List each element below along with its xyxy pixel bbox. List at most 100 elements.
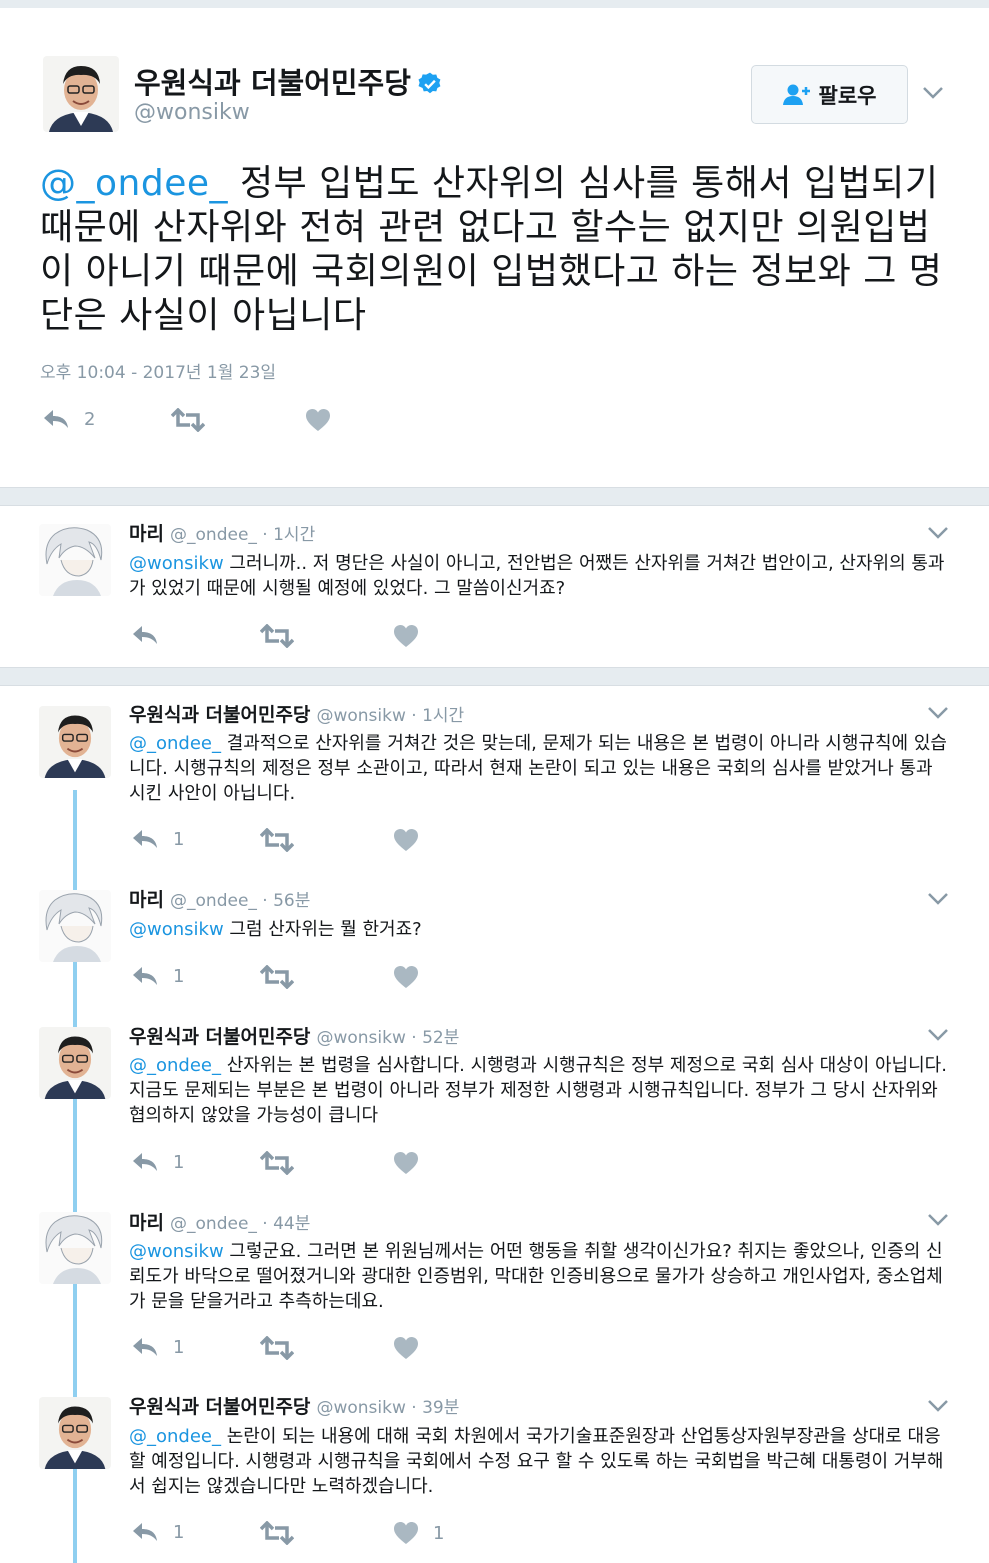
reply-count: 1	[173, 1151, 185, 1173]
like-button[interactable]	[393, 624, 419, 648]
reply-icon	[44, 410, 68, 428]
heart-icon	[394, 1337, 418, 1359]
chevron-down-icon[interactable]	[927, 706, 949, 720]
like-button[interactable]	[393, 965, 419, 989]
reply-button[interactable]: 1	[131, 1521, 184, 1543]
avatar[interactable]	[39, 890, 111, 962]
author-name[interactable]: 마리	[129, 889, 164, 911]
heart-icon	[394, 625, 418, 647]
add-user-icon	[782, 84, 810, 105]
tweet-meta[interactable]: @wonsikw · 52분	[316, 1028, 459, 1048]
tweet-text-body: 결과적으로 산자위를 거쳐간 것은 맞는데, 문제가 되는 내용은 본 법령이 …	[129, 733, 947, 804]
reply-button[interactable]	[131, 624, 159, 646]
like-button[interactable]: 1	[393, 1521, 444, 1545]
mention-link[interactable]: @_ondee_	[40, 163, 228, 204]
mention-link[interactable]: @wonsikw	[129, 553, 224, 574]
tweet-header: 우원식과 더불어민주당 @wonsikw · 39분	[129, 1392, 459, 1419]
tweet-text-body: 그러니까.. 저 명단은 사실이 아니고, 전안법은 어쨌든 산자위를 거쳐간 …	[129, 553, 945, 599]
avatar[interactable]	[39, 1397, 111, 1469]
author-name[interactable]: 마리	[129, 523, 164, 545]
author-name[interactable]: 마리	[129, 1212, 164, 1234]
retweet-icon	[260, 624, 294, 648]
tweet-meta[interactable]: @_ondee_ · 44분	[170, 1214, 310, 1234]
tweet-header: 마리 @_ondee_ · 1시간	[129, 519, 315, 546]
retweet-icon	[260, 828, 294, 852]
author-name[interactable]: 우원식과 더불어민주당	[129, 1396, 310, 1418]
chevron-down-icon[interactable]	[927, 526, 949, 540]
follow-button[interactable]: 팔로우	[751, 65, 908, 124]
tweet-meta[interactable]: @wonsikw · 39분	[316, 1398, 459, 1418]
retweet-button[interactable]	[260, 624, 294, 648]
tweet-text: @wonsikw 그러니까.. 저 명단은 사실이 아니고, 전안법은 어쨌든 …	[129, 551, 949, 601]
reply-icon	[133, 1153, 157, 1171]
heart-icon	[394, 829, 418, 851]
chevron-down-icon[interactable]	[927, 1028, 949, 1042]
reply-count: 1	[173, 828, 185, 850]
retweet-button[interactable]	[260, 1336, 294, 1360]
display-name[interactable]: 우원식과 더불어민주당	[134, 60, 443, 102]
retweet-button[interactable]	[171, 408, 205, 432]
mention-link[interactable]: @_ondee_	[129, 1426, 221, 1447]
retweet-icon	[171, 408, 205, 432]
like-button[interactable]	[305, 408, 331, 432]
tweet-meta[interactable]: @_ondee_ · 1시간	[170, 525, 315, 545]
reply-count: 2	[84, 408, 96, 430]
chevron-down-icon[interactable]	[927, 1213, 949, 1227]
reply-icon	[133, 830, 157, 848]
section-divider	[0, 667, 989, 686]
section-divider	[0, 487, 989, 506]
reply-count: 1	[173, 1336, 185, 1358]
retweet-button[interactable]	[260, 1151, 294, 1175]
heart-icon	[306, 409, 330, 431]
mention-link[interactable]: @_ondee_	[129, 1055, 221, 1076]
retweet-icon	[260, 1521, 294, 1545]
avatar[interactable]	[39, 1027, 111, 1099]
author-name[interactable]: 우원식과 더불어민주당	[129, 704, 310, 726]
reply-button[interactable]: 1	[131, 1336, 184, 1358]
avatar[interactable]	[39, 706, 111, 778]
display-name-text[interactable]: 우원식과 더불어민주당	[134, 66, 411, 100]
reply-button[interactable]: 1	[131, 965, 184, 987]
avatar[interactable]	[43, 56, 119, 132]
like-button[interactable]	[393, 1151, 419, 1175]
avatar[interactable]	[39, 524, 111, 596]
retweet-button[interactable]	[260, 1521, 294, 1545]
tweet-text-body: 산자위는 본 법령을 심사합니다. 시행령과 시행규칙은 정부 제정으로 국회 …	[129, 1055, 947, 1126]
reply-button[interactable]: 2	[42, 408, 95, 430]
retweet-icon	[260, 1336, 294, 1360]
tweet-text: @_ondee_ 정부 입법도 산자위의 심사를 통해서 입법되기 때문에 산자…	[40, 162, 950, 338]
retweet-icon	[260, 965, 294, 989]
tweet-header: 우원식과 더불어민주당 @wonsikw · 52분	[129, 1022, 459, 1049]
chevron-down-icon[interactable]	[927, 1399, 949, 1413]
timestamp[interactable]: 오후 10:04 - 2017년 1월 23일	[40, 358, 276, 383]
avatar[interactable]	[39, 1212, 111, 1284]
tweet-text: @wonsikw 그렇군요. 그러면 본 위원님께서는 어떤 행동을 취할 생각…	[129, 1239, 949, 1314]
verified-badge-icon	[418, 72, 441, 94]
reply-icon	[133, 626, 157, 644]
retweet-button[interactable]	[260, 828, 294, 852]
tweet-text-body: 그렇군요. 그러면 본 위원님께서는 어떤 행동을 취할 생각이신가요? 취지는…	[129, 1241, 943, 1312]
chevron-down-icon[interactable]	[927, 892, 949, 906]
tweet-text: @_ondee_ 산자위는 본 법령을 심사합니다. 시행령과 시행규칙은 정부…	[129, 1053, 949, 1128]
tweet-text: @_ondee_ 결과적으로 산자위를 거쳐간 것은 맞는데, 문제가 되는 내…	[129, 731, 949, 806]
heart-icon	[394, 1522, 418, 1544]
reply-button[interactable]: 1	[131, 1151, 184, 1173]
chevron-down-icon[interactable]	[922, 86, 944, 100]
tweet-meta[interactable]: @wonsikw · 1시간	[316, 706, 464, 726]
like-button[interactable]	[393, 828, 419, 852]
mention-link[interactable]: @wonsikw	[129, 1241, 224, 1262]
like-button[interactable]	[393, 1336, 419, 1360]
reply-icon	[133, 1338, 157, 1356]
reply-count: 1	[173, 965, 185, 987]
reply-count: 1	[173, 1521, 185, 1543]
reply-icon	[133, 1523, 157, 1541]
reply-button[interactable]: 1	[131, 828, 184, 850]
retweet-button[interactable]	[260, 965, 294, 989]
tweet-meta[interactable]: @_ondee_ · 56분	[170, 891, 310, 911]
handle[interactable]: @wonsikw	[134, 100, 250, 125]
tweet-header: 우원식과 더불어민주당 @wonsikw · 1시간	[129, 700, 464, 727]
tweet-header: 마리 @_ondee_ · 56분	[129, 885, 310, 912]
mention-link[interactable]: @_ondee_	[129, 733, 221, 754]
mention-link[interactable]: @wonsikw	[129, 919, 224, 940]
author-name[interactable]: 우원식과 더불어민주당	[129, 1026, 310, 1048]
